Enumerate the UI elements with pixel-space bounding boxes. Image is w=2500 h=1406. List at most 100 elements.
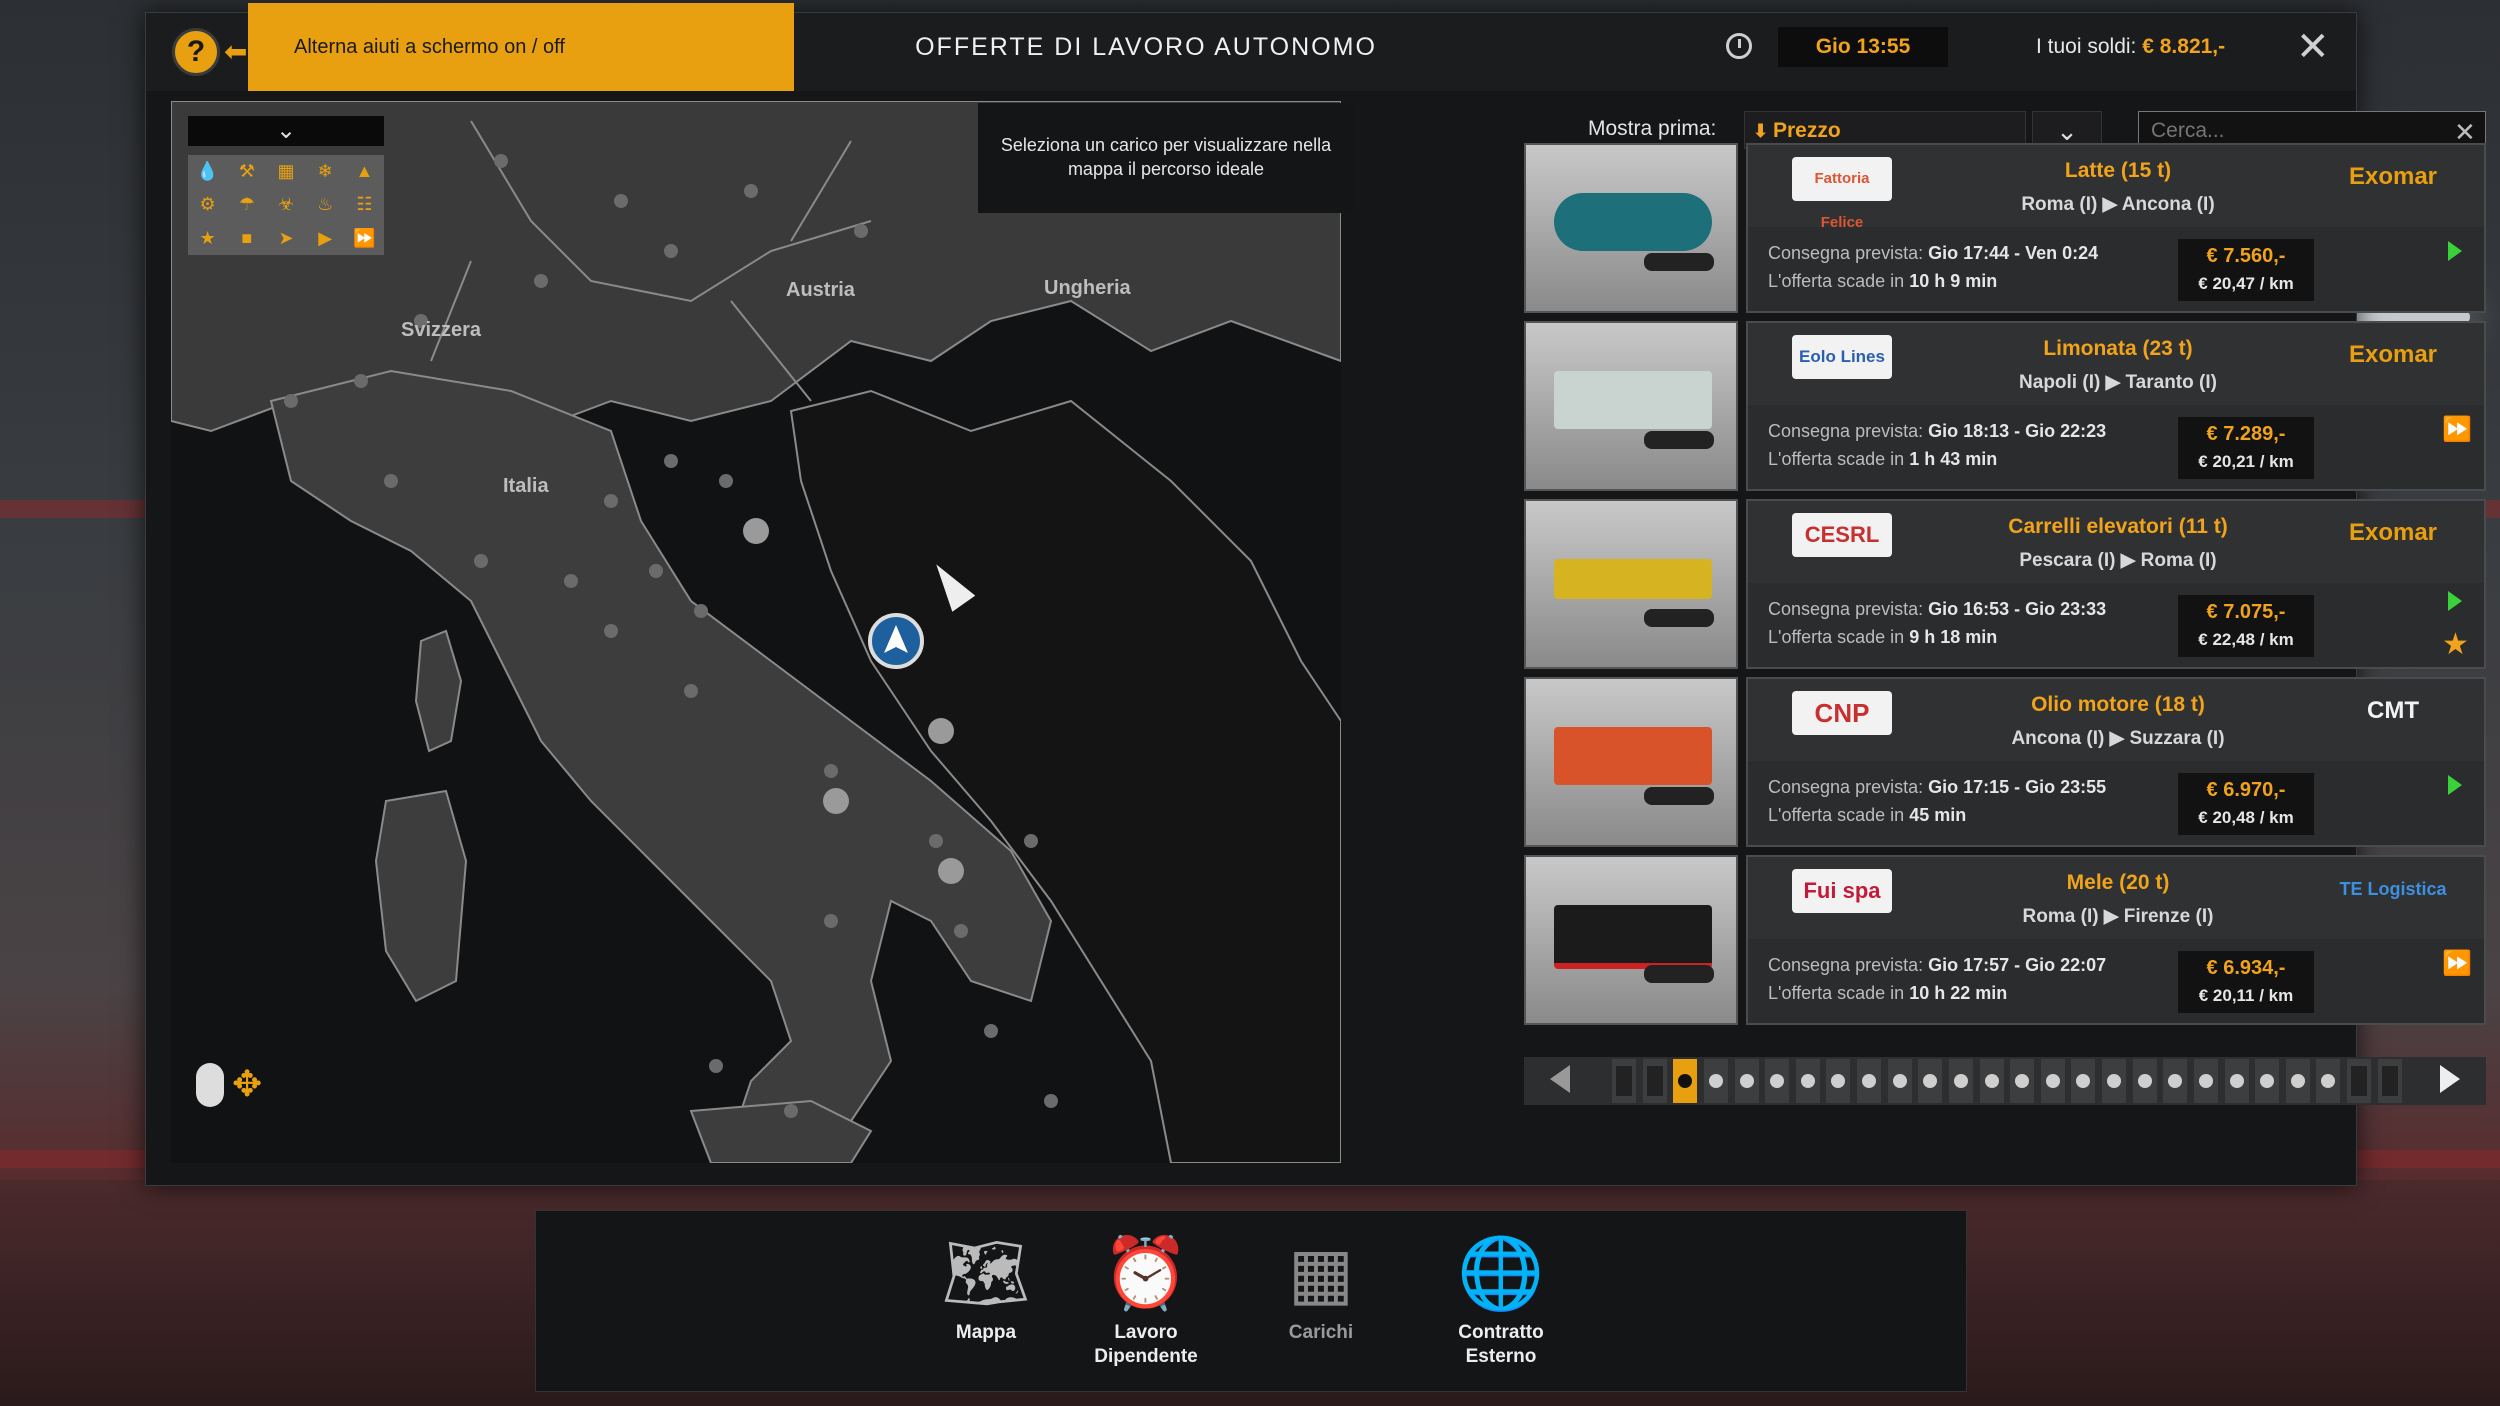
liquid-filter-icon[interactable]: 💧 [188,161,227,182]
page-dot[interactable] [2224,1059,2249,1103]
clock-icon [1726,33,1752,59]
money-value: € 8.821,- [2142,35,2226,58]
prev-page-icon[interactable] [1550,1065,1570,1093]
mouse-icon [196,1063,224,1107]
page-dot[interactable] [2377,1059,2402,1103]
job-offer-row[interactable]: CESRL Carrelli elevatori (11 t) Pescara … [1524,499,2486,669]
route-map[interactable] [171,101,1341,1163]
expire-time: 9 h 18 min [1909,627,1998,647]
page-dot[interactable] [1857,1059,1881,1103]
expire-info: L'offerta scade in 45 min [1768,805,1966,826]
game-time: Gio 13:55 [1778,27,1948,67]
refrigerated-filter-icon[interactable]: ❄ [306,161,345,182]
job-offer-row[interactable]: CNP Olio motore (18 t) Ancona (I) ▶ Suzz… [1524,677,2486,847]
container-filter-icon[interactable]: ▦ [266,161,305,182]
next-page-icon[interactable] [2440,1065,2460,1093]
fragile-filter-icon[interactable]: ☂ [227,194,266,215]
company-logo: CESRL [1792,513,1892,557]
close-icon[interactable]: ✕ [2296,27,2330,67]
cargo-filter-icons[interactable]: 💧 ⚒ ▦ ❄ ▲ ⚙ ☂ ☣ ♨ ☷ ★ ■ ➤ ▶ ⏩ [188,155,384,255]
expire-time: 10 h 22 min [1909,983,2008,1003]
page-dot[interactable] [1795,1059,1820,1103]
help-toggle-button[interactable]: ? [172,28,220,76]
delivery-time: Gio 17:57 - Gio 22:07 [1928,955,2107,975]
expire-label: L'offerta scade in [1768,805,1905,825]
grid-filter-icon[interactable]: ☷ [345,194,384,215]
page-dot[interactable] [1765,1059,1790,1103]
delivery-time: Gio 17:44 - Ven 0:24 [1928,243,2099,263]
job-card[interactable]: CNP Olio motore (18 t) Ancona (I) ▶ Suzz… [1746,677,2486,847]
delivery-time: Gio 18:13 - Gio 22:23 [1928,421,2107,441]
job-card[interactable]: CESRL Carrelli elevatori (11 t) Pescara … [1746,499,2486,669]
page-dot[interactable] [1948,1059,1973,1103]
price: € 7.075,- [2206,601,2286,623]
page-dot[interactable] [1703,1059,1728,1103]
road-filter-icon[interactable]: ➤ [266,228,305,249]
top-bar: Alterna aiuti a schermo on / off ? ⬅ OFF… [146,3,2356,91]
page-dot[interactable] [1979,1059,2004,1103]
pager-dots [1612,1057,2402,1105]
company-logo: Fui spa [1792,869,1892,913]
client-logo: Exomar [2348,341,2438,368]
money-label: I tuoi soldi: [2036,35,2137,58]
page-dot[interactable] [2316,1059,2341,1103]
page-dot[interactable] [2132,1059,2157,1103]
page-dot[interactable] [1612,1059,1636,1103]
price-box: € 6.970,- € 20,48 / km [2178,773,2314,835]
dock-button-carichi[interactable]: ▦ Carichi [1231,1225,1411,1345]
page-dot[interactable] [2010,1059,2035,1103]
job-offer-row[interactable]: Fattoria Felice Latte (15 t) Roma (I) ▶ … [1524,143,2486,313]
filter-dropdown-toggle[interactable]: ⌄ [188,116,384,146]
gear-filter-icon[interactable]: ⚙ [188,194,227,215]
dock-button-contratto-esterno[interactable]: 🌐 Contratto Esterno [1411,1225,1591,1369]
price-per-km: € 20,48 / km [2198,808,2294,827]
delivery-time: Gio 17:15 - Gio 23:55 [1928,777,2107,797]
job-card[interactable]: Fattoria Felice Latte (15 t) Roma (I) ▶ … [1746,143,2486,313]
lock-filter-icon[interactable]: ■ [227,228,266,249]
expire-time: 1 h 43 min [1909,449,1998,469]
play-filter-icon[interactable]: ▶ [306,228,345,249]
job-offer-row[interactable]: Fui spa Mele (20 t) Roma (I) ▶ Firenze (… [1524,855,2486,1025]
page-dot[interactable] [1734,1059,1759,1103]
price-box: € 7.075,- € 22,48 / km [2178,595,2314,657]
page-dot[interactable] [2071,1059,2096,1103]
page-dot[interactable] [2040,1059,2065,1103]
play-icon [2448,241,2462,261]
map-land-sardinia [374,789,468,1003]
page-dot[interactable] [2193,1059,2218,1103]
trailer-thumbnail [1524,855,1738,1025]
cargo-icon: ▦ [1287,1234,1355,1312]
dock-button-mappa[interactable]: 🗺 Mappa [896,1225,1076,1345]
page-dot[interactable] [2285,1059,2310,1103]
price: € 6.970,- [2206,779,2286,801]
heavy-filter-icon[interactable]: ▲ [345,161,384,182]
page-dot[interactable] [2163,1059,2188,1103]
crane-filter-icon[interactable]: ⚒ [227,161,266,182]
page-dot-active[interactable] [1673,1059,1698,1103]
map-label-italia: Italia [503,475,549,497]
map-canvas [171,101,1341,1163]
page-dot[interactable] [1918,1059,1943,1103]
job-card[interactable]: Fui spa Mele (20 t) Roma (I) ▶ Firenze (… [1746,855,2486,1025]
trailer-body [1554,559,1712,599]
job-card[interactable]: Eolo Lines Limonata (23 t) Napoli (I) ▶ … [1746,321,2486,491]
delivery-time: Gio 16:53 - Gio 23:33 [1928,599,2107,619]
job-offer-row[interactable]: Eolo Lines Limonata (23 t) Napoli (I) ▶ … [1524,321,2486,491]
page-dot[interactable] [2102,1059,2126,1103]
route: Pescara (I) ▶ Roma (I) [2019,550,2217,571]
page-dot[interactable] [1887,1059,1912,1103]
page-dot[interactable] [1826,1059,1851,1103]
page-dot[interactable] [1642,1059,1667,1103]
company-logo: Eolo Lines [1792,335,1892,379]
page-dot[interactable] [2347,1059,2371,1103]
trailer-thumbnail [1524,321,1738,491]
money-display: I tuoi soldi: € 8.821,- [2036,35,2225,59]
adr-filter-icon[interactable]: ☣ [266,194,305,215]
star-filter-icon[interactable]: ★ [188,228,227,249]
map-label-austria: Austria [786,279,855,301]
dock-button-lavoro-dipendente[interactable]: ⏰ Lavoro Dipendente [1056,1225,1236,1369]
dock-label: Lavoro Dipendente [1094,1322,1198,1367]
page-dot[interactable] [2255,1059,2280,1103]
fire-filter-icon[interactable]: ♨ [306,194,345,215]
fast-forward-filter-icon[interactable]: ⏩ [345,228,384,249]
